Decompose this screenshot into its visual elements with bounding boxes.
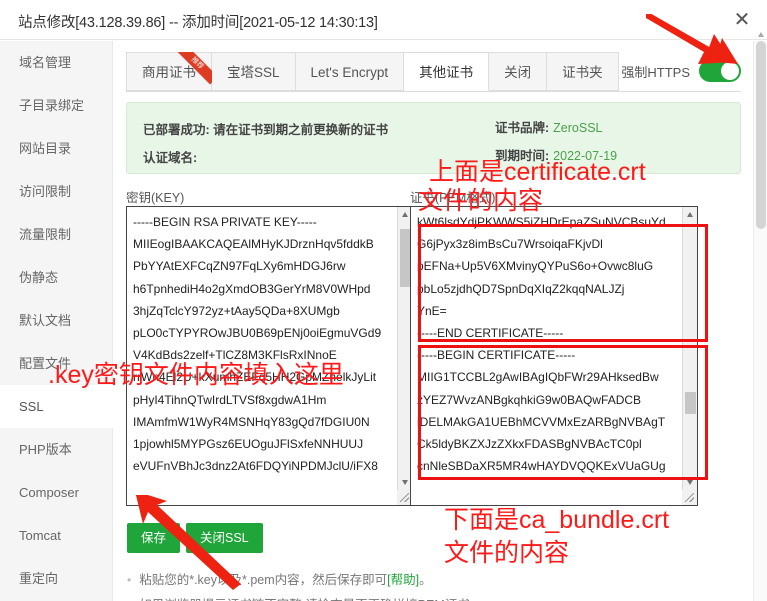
deploy-status-text: 已部署成功: 请在证书到期之前更换新的证书 [143,123,389,137]
page-title: 站点修改[43.128.39.86] -- 添加时间[2021-05-12 14… [18,15,378,31]
sidebar: 域名管理 子目录绑定 网站目录 访问限制 流量限制 伪静态 默认文档 配置文件 … [0,41,113,601]
tab-commercial-cert[interactable]: 商用证书 推荐 [126,52,212,91]
dialog-titlebar: 站点修改[43.128.39.86] -- 添加时间[2021-05-12 14… [0,0,767,40]
tab-cert-folder[interactable]: 证书夹 [547,52,619,91]
force-https-toggle[interactable] [699,60,741,82]
sidebar-item-php[interactable]: PHP版本 [0,428,112,471]
sidebar-item-redirect[interactable]: 重定向 [0,557,112,600]
cert-brand-row: 证书品牌: ZeroSSL [495,117,603,136]
scroll-up-icon[interactable] [683,207,697,222]
scroll-thumb[interactable] [756,41,766,229]
sidebar-item-access[interactable]: 访问限制 [0,170,112,213]
toggle-knob-icon [721,62,739,80]
close-icon[interactable]: ✕ [729,7,755,33]
key-textarea[interactable]: -----BEGIN RSA PRIVATE KEY----- MIIEogIB… [126,206,413,506]
pem-textarea-value: kWt6lsdYdjPKWWS5iZHDrEpaZSuNVCBsuYd G6jP… [417,215,666,474]
ssl-tabs: 商用证书 推荐 宝塔SSL Let's Encrypt 其他证书 关闭 证书夹 [126,52,619,92]
tabs-row: 商用证书 推荐 宝塔SSL Let's Encrypt 其他证书 关闭 证书夹 … [126,52,741,93]
tab-label: 商用证书 [142,65,196,80]
sidebar-item-subdir[interactable]: 子目录绑定 [0,84,112,127]
content-panel: 商用证书 推荐 宝塔SSL Let's Encrypt 其他证书 关闭 证书夹 … [114,41,753,601]
tabs-underline [126,91,741,92]
force-https-label: 强制HTTPS [621,64,690,80]
cert-expire-label: 到期时间: [495,149,550,163]
sidebar-item-ssl[interactable]: SSL [0,385,113,428]
help-line-1-text: 粘贴您的*.key以及*.pem内容，然后保存即可 [139,573,388,587]
help-text: 粘贴您的*.key以及*.pem内容，然后保存即可[帮助]。 如果浏览器提示证书… [127,568,607,601]
cert-expire-row: 到期时间: 2022-07-19 [495,145,617,164]
sidebar-item-traffic[interactable]: 流量限制 [0,213,112,256]
resize-grip-icon[interactable] [682,490,697,505]
scroll-down-icon[interactable] [683,475,697,490]
pem-field-label: 证书(PEM格式) [410,191,496,205]
scroll-up-icon [758,32,764,37]
sidebar-item-tomcat[interactable]: Tomcat [0,514,112,557]
sidebar-item-domain[interactable]: 域名管理 [0,41,112,84]
sidebar-item-sitedir[interactable]: 网站目录 [0,127,112,170]
help-line-1: 粘贴您的*.key以及*.pem内容，然后保存即可[帮助]。 [127,568,607,593]
help-link[interactable]: [帮助] [387,573,419,587]
pem-textarea-scrollbar[interactable] [682,207,697,505]
tab-other-cert[interactable]: 其他证书 [404,52,490,91]
scroll-thumb[interactable] [685,392,696,414]
cert-brand-label: 证书品牌: [495,121,550,135]
tab-lets-encrypt[interactable]: Let's Encrypt [295,52,405,91]
tab-bt-ssl[interactable]: 宝塔SSL [212,52,296,91]
pem-textarea[interactable]: kWt6lsdYdjPKWWS5iZHDrEpaZSuNVCBsuYd G6jP… [410,206,698,506]
sidebar-item-rewrite[interactable]: 伪静态 [0,256,112,299]
auth-domain-label: 认证域名: [143,151,198,165]
cert-brand-value: ZeroSSL [553,121,603,135]
save-button[interactable]: 保存 [127,523,181,553]
cert-expire-value: 2022-07-19 [553,149,618,163]
tab-close[interactable]: 关闭 [489,52,548,91]
site-edit-dialog: 站点修改[43.128.39.86] -- 添加时间[2021-05-12 14… [0,0,767,601]
dialog-scrollbar[interactable] [753,32,767,601]
key-textarea-value: -----BEGIN RSA PRIVATE KEY----- MIIEogIB… [133,215,382,474]
help-line-1-suffix: 。 [419,573,432,587]
help-line-2: 如果浏览器提示证书链不完整,请检查是否正确拼接PEM证书 [127,593,607,601]
sidebar-item-config[interactable]: 配置文件 [0,342,112,385]
sidebar-item-default-doc[interactable]: 默认文档 [0,299,112,342]
key-field-label: 密钥(KEY) [126,191,185,205]
close-ssl-button[interactable]: 关闭SSL [186,523,263,553]
deploy-notice: 已部署成功: 请在证书到期之前更换新的证书 认证域名: 证书品牌: ZeroSSL… [126,102,741,174]
force-https-control: 强制HTTPS [621,60,741,82]
sidebar-item-composer[interactable]: Composer [0,471,112,514]
